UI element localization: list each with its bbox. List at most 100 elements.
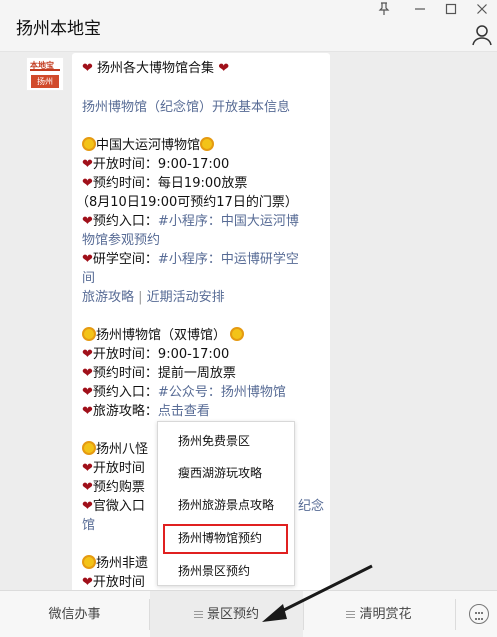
row-label: 官微入口	[92, 499, 145, 514]
row-label: 预约入口：	[92, 385, 158, 400]
official-link-tail[interactable]: 纪念	[298, 497, 324, 516]
menu-scenic-booking[interactable]: 景区预约	[150, 591, 303, 637]
heart-icon: ❤	[82, 404, 93, 419]
miniprogram-link[interactable]: #小程序：中运博研学空	[158, 252, 299, 267]
heart-icon: ❤	[82, 157, 93, 172]
heart-icon: ❤	[82, 385, 93, 400]
sun-icon	[200, 137, 215, 151]
section-title: 扬州博物馆（双博馆）	[96, 328, 227, 343]
row-label: 预约时间：	[92, 176, 158, 191]
row-label: 预约时间：	[92, 366, 158, 381]
maximize-icon[interactable]	[441, 2, 461, 18]
heart-icon: ❤	[82, 176, 93, 191]
heart-icon: ❤	[218, 61, 230, 76]
menu-list-icon	[193, 611, 203, 618]
row-label: 开放时间：	[92, 157, 158, 172]
info-row: ❤官微入口	[82, 497, 145, 516]
window-title: 扬州本地宝	[16, 19, 101, 39]
info-row: ❤预约时间：提前一周放票	[82, 364, 236, 383]
official-link-cont[interactable]: 馆	[82, 516, 95, 535]
info-row: ❤研学空间：#小程序：中运博研学空	[82, 250, 299, 269]
section-title: 扬州八怪	[96, 442, 149, 457]
menu-item-scenic-guide[interactable]: 扬州旅游景点攻略	[158, 490, 296, 520]
section-title-line: 扬州博物馆（双博馆）	[82, 326, 245, 345]
menu-item-slender-west-lake[interactable]: 瘦西湖游玩攻略	[158, 458, 296, 488]
pin-icon[interactable]	[374, 2, 394, 18]
heart-icon: ❤	[82, 252, 93, 267]
menu-list-icon	[346, 611, 356, 618]
link-separator: |	[134, 290, 147, 305]
miniprogram-link[interactable]: #小程序：中国大运河博	[158, 214, 299, 229]
heart-icon: ❤	[82, 366, 93, 381]
info-row: ❤旅游攻略：点击查看	[82, 402, 210, 421]
heart-icon: ❤	[82, 347, 93, 362]
section-title: 扬州非遗	[96, 556, 149, 571]
keyboard-icon[interactable]	[469, 604, 489, 624]
heart-icon: ❤	[82, 461, 93, 476]
menu-label: 微信办事	[48, 607, 101, 622]
row-label: 开放时间	[92, 575, 145, 590]
row-label: 预约入口：	[92, 214, 158, 229]
section-title-line: 中国大运河博物馆	[82, 136, 215, 155]
info-row: ❤预约时间：每日19:00放票	[82, 174, 247, 193]
sun-icon	[82, 555, 96, 569]
recent-events-link[interactable]: 近期活动安排	[147, 290, 225, 305]
menu-label: 景区预约	[206, 607, 259, 622]
sun-icon	[82, 327, 96, 341]
row-value: 9:00-17:00	[157, 157, 230, 172]
highlight-box	[163, 524, 288, 554]
bottom-menu-bar: 微信办事 景区预约 清明赏花	[0, 590, 497, 637]
close-icon[interactable]	[472, 2, 492, 18]
avatar[interactable]: 本地宝 扬州	[26, 57, 64, 91]
official-account-link[interactable]: #公众号：扬州博物馆	[158, 385, 286, 400]
links-row: 旅游攻略 | 近期活动安排	[82, 288, 225, 307]
info-row: ❤预约入口：#小程序：中国大运河博	[82, 212, 299, 231]
section-title: 中国大运河博物馆	[96, 138, 201, 153]
row-label: 研学空间：	[92, 252, 158, 267]
info-row: ❤开放时间：9:00-17:00	[82, 155, 229, 174]
section-title-line: 扬州八怪	[82, 440, 148, 459]
sun-icon	[82, 137, 96, 151]
info-row: ❤预约入口：#公众号：扬州博物馆	[82, 383, 286, 402]
intro-link[interactable]: 扬州博物馆（纪念馆）开放基本信息	[82, 98, 290, 117]
info-row: ❤预约购票	[82, 478, 145, 497]
menu-divider	[455, 599, 456, 630]
minimize-icon[interactable]	[410, 2, 430, 18]
menu-qingming-flowers[interactable]: 清明赏花	[304, 591, 454, 637]
avatar-tag: 扬州	[31, 75, 59, 88]
row-label: 旅游攻略：	[92, 404, 158, 419]
row-label: 开放时间	[92, 461, 145, 476]
info-row: ❤开放时间	[82, 459, 145, 478]
row-label: 预约购票	[92, 480, 145, 495]
sun-icon	[230, 327, 245, 341]
heart-icon: ❤	[82, 61, 93, 76]
row-value: （8月10日19:00可预约17日的门票）	[76, 195, 298, 210]
person-icon[interactable]	[471, 24, 493, 46]
menu-item-free-scenic[interactable]: 扬州免费景区	[158, 426, 296, 456]
heart-icon: ❤	[82, 575, 93, 590]
view-guide-link[interactable]: 点击查看	[158, 404, 210, 419]
row-value: 9:00-17:00	[157, 347, 230, 362]
title-bar: 扬州本地宝	[0, 0, 497, 52]
travel-guide-link[interactable]: 旅游攻略	[82, 290, 134, 305]
row-value: 提前一周放票	[157, 366, 236, 381]
info-row: ❤开放时间	[82, 573, 145, 590]
heart-icon: ❤	[82, 214, 93, 229]
menu-item-scenic-booking[interactable]: 扬州景区预约	[158, 556, 296, 586]
sun-icon	[82, 441, 96, 455]
row-label: 开放时间：	[92, 347, 158, 362]
row-value: 每日19:00放票	[157, 176, 248, 191]
miniprogram-link-cont[interactable]: 间	[82, 269, 95, 288]
info-row: ❤开放时间：9:00-17:00	[82, 345, 229, 364]
menu-label: 清明赏花	[359, 607, 412, 622]
message-heading-line: ❤ 扬州各大博物馆合集 ❤	[82, 59, 229, 78]
info-row: （8月10日19:00可预约17日的门票）	[76, 193, 298, 212]
submenu-popup: 扬州免费景区 瘦西湖游玩攻略 扬州旅游景点攻略 扬州博物馆预约 扬州景区预约	[157, 421, 295, 586]
avatar-divider	[30, 69, 60, 71]
message-heading: 扬州各大博物馆合集	[97, 61, 215, 76]
heart-icon: ❤	[82, 480, 93, 495]
miniprogram-link-cont[interactable]: 物馆参观预约	[82, 231, 160, 250]
heart-icon: ❤	[82, 499, 93, 514]
section-title-line: 扬州非遗	[82, 554, 148, 573]
menu-wechat-services[interactable]: 微信办事	[0, 591, 149, 637]
